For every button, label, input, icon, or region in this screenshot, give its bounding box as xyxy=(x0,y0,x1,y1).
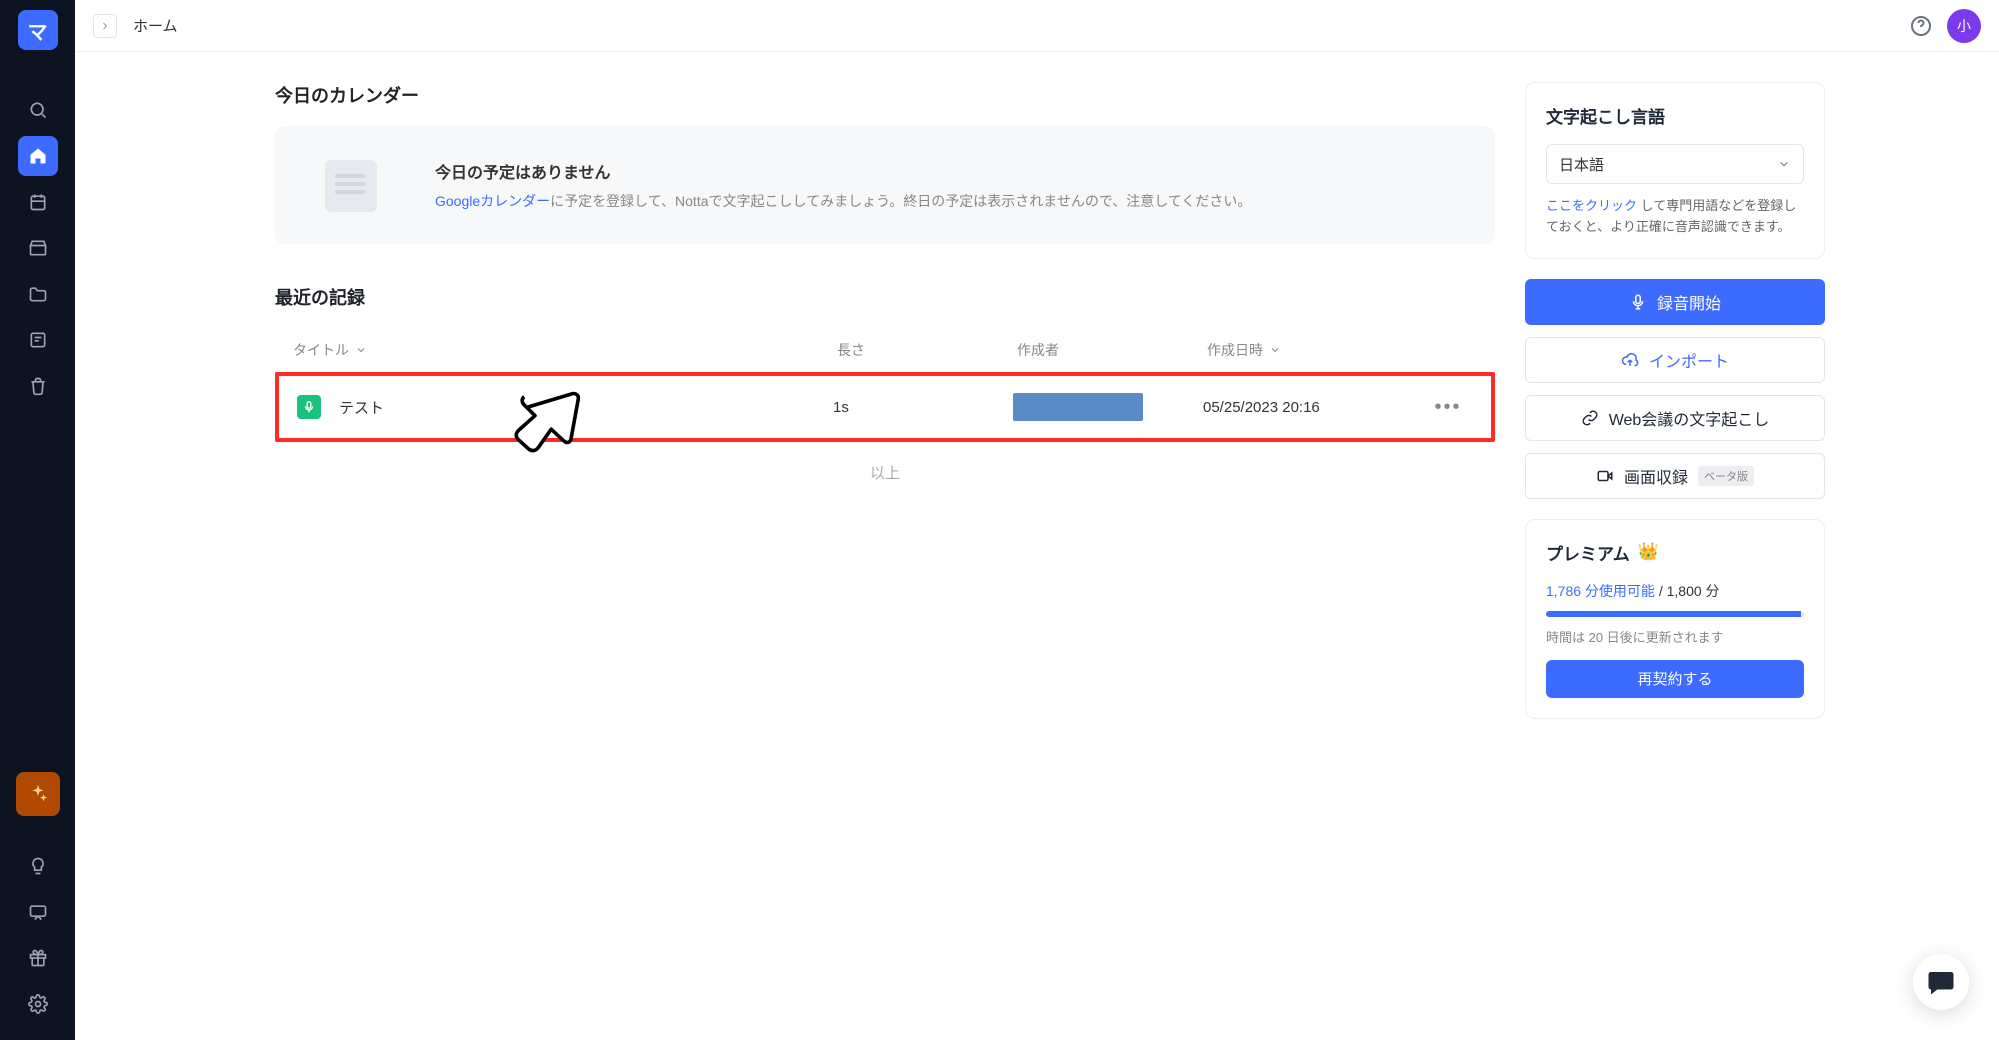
more-actions-icon[interactable]: ••• xyxy=(1434,396,1461,418)
calendar-illustration xyxy=(305,150,395,220)
record-date: 05/25/2023 20:16 xyxy=(1203,399,1423,416)
web-meeting-button[interactable]: Web会議の文字起こし xyxy=(1525,395,1825,441)
usage-progress xyxy=(1546,611,1804,617)
table-header: タイトル 長さ 作成者 作成日時 xyxy=(275,328,1495,372)
language-select[interactable]: 日本語 xyxy=(1546,144,1804,184)
premium-panel: プレミアム 👑 1,786 分使用可能 / 1,800 分 時間は 20 日後に… xyxy=(1525,519,1825,719)
calendar-empty-body: Googleカレンダーに予定を登録して、Nottaで文字起こししてみましょう。終… xyxy=(435,191,1251,211)
col-title-header[interactable]: タイトル xyxy=(293,340,837,360)
video-icon xyxy=(1596,467,1614,485)
link-icon xyxy=(1581,409,1599,427)
calendar-empty-title: 今日の予定はありません xyxy=(435,159,1251,183)
collapse-button[interactable] xyxy=(93,14,117,38)
nav-gift[interactable] xyxy=(18,938,58,978)
nav-words[interactable] xyxy=(18,320,58,360)
nav-chat[interactable] xyxy=(18,892,58,932)
nav-home[interactable] xyxy=(18,136,58,176)
calendar-empty-card: 今日の予定はありません Googleカレンダーに予定を登録して、Nottaで文字… xyxy=(275,126,1495,244)
language-panel-title: 文字起こし言語 xyxy=(1546,103,1804,128)
nav-trash[interactable] xyxy=(18,366,58,406)
logo[interactable]: マ xyxy=(18,10,58,50)
nav-bulb[interactable] xyxy=(18,846,58,886)
google-calendar-link[interactable]: Googleカレンダー xyxy=(435,193,550,209)
record-author-redacted xyxy=(1013,393,1143,421)
breadcrumb: ホーム xyxy=(133,15,178,36)
cloud-upload-icon xyxy=(1621,351,1639,369)
col-length-header: 長さ xyxy=(837,340,1017,360)
chevron-down-icon xyxy=(1269,344,1281,356)
record-button[interactable]: 録音開始 xyxy=(1525,279,1825,325)
beta-badge: ベータ版 xyxy=(1698,466,1754,486)
renew-button[interactable]: 再契約する xyxy=(1546,660,1804,698)
sidebar: マ xyxy=(0,0,75,1040)
import-button[interactable]: インポート xyxy=(1525,337,1825,383)
col-author-header: 作成者 xyxy=(1017,340,1207,360)
chevron-down-icon xyxy=(355,344,367,356)
mic-icon xyxy=(1629,293,1647,311)
renew-text: 時間は 20 日後に更新されます xyxy=(1546,627,1804,646)
header: ホーム 小 xyxy=(75,0,1999,52)
chevron-down-icon xyxy=(1777,157,1791,171)
record-title: テスト xyxy=(339,397,384,418)
nav-box[interactable] xyxy=(18,228,58,268)
record-length: 1s xyxy=(833,399,1013,416)
calendar-section-title: 今日のカレンダー xyxy=(275,82,1495,108)
nav-folder[interactable] xyxy=(18,274,58,314)
screen-record-button[interactable]: 画面収録 ベータ版 xyxy=(1525,453,1825,499)
language-panel: 文字起こし言語 日本語 ここをクリック して専門用語などを登録しておくと、より正… xyxy=(1525,82,1825,259)
records-section-title: 最近の記録 xyxy=(275,284,1495,310)
col-date-header[interactable]: 作成日時 xyxy=(1207,340,1427,360)
table-row[interactable]: テスト 1s 05/25/2023 20:16 ••• xyxy=(275,372,1495,442)
help-icon[interactable] xyxy=(1909,14,1933,38)
nav-calendar[interactable] xyxy=(18,182,58,222)
nav-settings[interactable] xyxy=(18,984,58,1024)
record-type-icon xyxy=(297,395,321,419)
list-end-marker: 以上 xyxy=(275,462,1495,483)
nav-search[interactable] xyxy=(18,90,58,130)
crown-icon: 👑 xyxy=(1638,542,1659,562)
register-terms-link[interactable]: ここをクリック xyxy=(1546,198,1637,213)
usage-text: 1,786 分使用可能 / 1,800 分 xyxy=(1546,581,1804,601)
language-hint: ここをクリック して専門用語などを登録しておくと、より正確に音声認識できます。 xyxy=(1546,196,1804,238)
premium-title: プレミアム 👑 xyxy=(1546,540,1804,565)
avatar[interactable]: 小 xyxy=(1947,9,1981,43)
chat-widget-button[interactable] xyxy=(1913,954,1969,1010)
ai-button[interactable] xyxy=(16,772,60,816)
